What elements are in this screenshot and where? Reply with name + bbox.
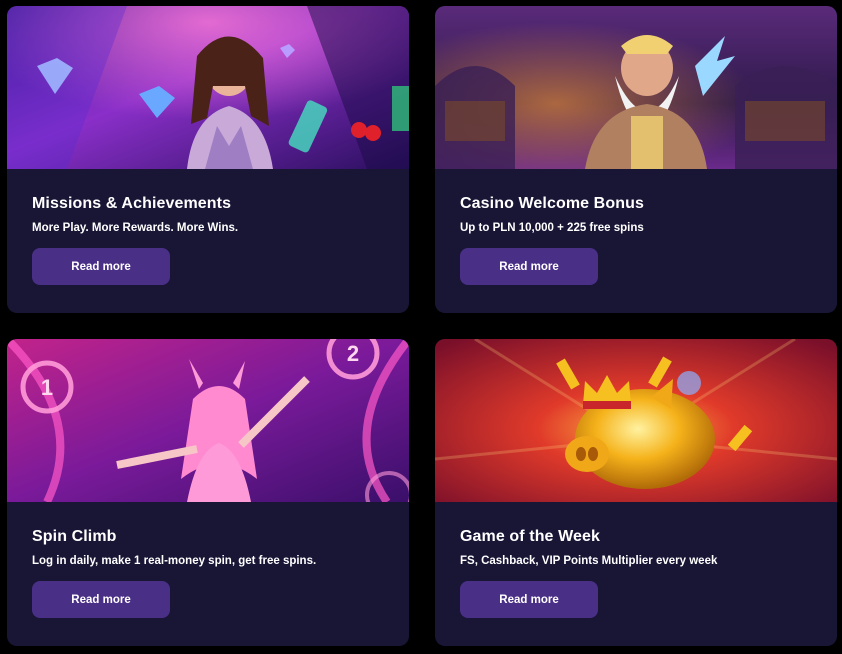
read-more-button[interactable]: Read more: [460, 248, 598, 285]
card-subtitle: Up to PLN 10,000 + 225 free spins: [460, 222, 644, 234]
card-subtitle: Log in daily, make 1 real-money spin, ge…: [32, 555, 317, 567]
step-number: 2: [347, 341, 359, 366]
card-subtitle: More Play. More Rewards. More Wins.: [32, 222, 239, 234]
promo-card-spin-climb[interactable]: 1 2 Spin Climb Log in daily, make 1 real…: [7, 339, 409, 646]
card-title: Casino Welcome Bonus: [460, 195, 644, 212]
card-title: Missions & Achievements: [32, 195, 232, 212]
woman-with-diamonds-illustration: [7, 6, 409, 169]
card-title: Spin Climb: [32, 528, 117, 545]
promo-card-welcome-bonus[interactable]: Casino Welcome Bonus Up to PLN 10,000 + …: [435, 6, 837, 313]
promo-banner-image[interactable]: [435, 339, 837, 502]
card-subtitle: FS, Cashback, VIP Points Multiplier ever…: [460, 555, 718, 567]
promo-card-game-of-week[interactable]: Game of the Week FS, Cashback, VIP Point…: [435, 339, 837, 646]
read-more-button[interactable]: Read more: [32, 581, 170, 618]
zeus-illustration: [435, 6, 837, 169]
promotions-grid: Missions & Achievements More Play. More …: [0, 0, 842, 654]
read-more-button[interactable]: Read more: [32, 248, 170, 285]
promo-banner-image[interactable]: [435, 6, 837, 169]
golden-piggy-bank-illustration: [435, 339, 837, 502]
read-more-button[interactable]: Read more: [460, 581, 598, 618]
promo-banner-image[interactable]: [7, 6, 409, 169]
card-title: Game of the Week: [460, 528, 601, 545]
bunny-girl-illustration: 1 2: [7, 339, 409, 502]
promo-card-missions[interactable]: Missions & Achievements More Play. More …: [7, 6, 409, 313]
step-number: 1: [41, 375, 53, 400]
promo-banner-image[interactable]: 1 2: [7, 339, 409, 502]
